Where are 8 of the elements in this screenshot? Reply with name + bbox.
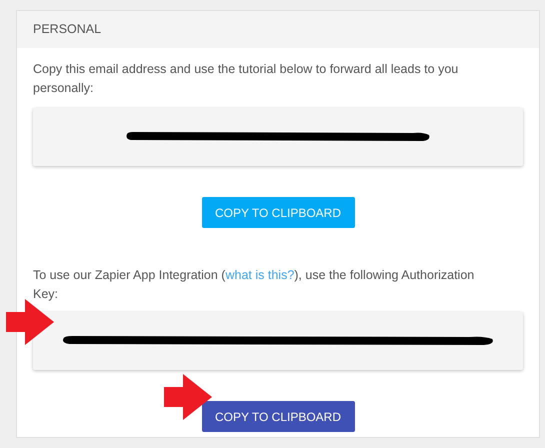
copy-button[interactable]: COPY TO CLIPBOARD [202, 197, 354, 228]
panel-title: PERSONAL [33, 21, 102, 38]
copy-button[interactable]: COPY TO CLIPBOARD [202, 401, 354, 432]
key-field[interactable] [33, 312, 523, 370]
instruction-text: Copy this email address and use the tutorial below to forward all leads to you personally: [33, 61, 460, 97]
key-field[interactable] [33, 108, 523, 166]
help-link[interactable]: what is this? [225, 268, 294, 282]
instruction-text: To use our Zapier App Integration (what is this?), use the following Authorization Key: [33, 267, 476, 303]
